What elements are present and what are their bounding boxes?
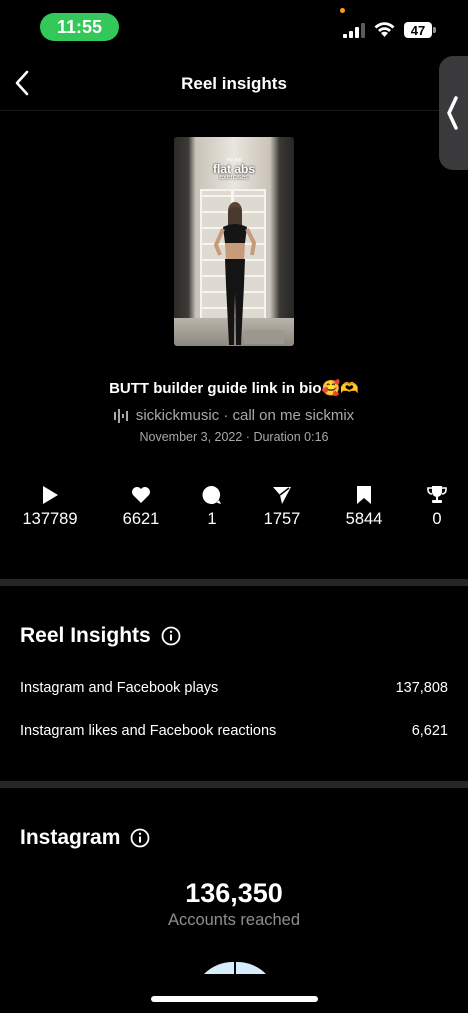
reach-gauge-chart (204, 961, 266, 974)
reel-insights-screen: 11:55 47 Reel insights my top flat abs e… (0, 0, 468, 1013)
reel-insights-heading: Reel Insights (20, 624, 181, 648)
cellular-signal-icon (343, 23, 365, 38)
battery-icon: 47 (404, 22, 432, 38)
stat-value: 0 (432, 510, 442, 528)
bookmark-icon (357, 486, 371, 504)
stat-plays: 137789 (10, 485, 90, 529)
battery-tip (433, 27, 436, 33)
stat-comments: 1 (172, 485, 252, 529)
reel-date-duration: November 3, 2022 · Duration 0:16 (139, 430, 329, 444)
thumbnail-figure (213, 202, 257, 345)
stat-shares: 1757 (242, 485, 322, 529)
metric-value: 6,621 (411, 723, 448, 739)
stat-saves: 5844 (324, 485, 404, 529)
side-panel-handle[interactable] (439, 56, 468, 170)
stat-value: 137789 (22, 510, 78, 528)
section-title-text: Instagram (20, 826, 121, 849)
privacy-indicator-icon (340, 8, 345, 13)
reel-caption: BUTT builder guide link in bio🥰🫶 (109, 380, 359, 397)
metric-row-likes: Instagram likes and Facebook reactions 6… (20, 723, 448, 739)
section-divider (0, 579, 468, 586)
stat-likes: 6621 (101, 485, 181, 529)
accounts-reached-value: 136,350 (185, 878, 283, 908)
status-bar: 11:55 47 (0, 0, 468, 52)
metric-value: 137,808 (395, 680, 448, 696)
metric-row-plays: Instagram and Facebook plays 137,808 (20, 680, 448, 696)
chevron-left-icon (447, 96, 458, 130)
thumbnail-overlay-subtitle: exercises (219, 174, 249, 181)
reel-thumbnail[interactable]: my top flat abs exercises (174, 137, 294, 346)
accounts-reached-label: Accounts reached (167, 911, 301, 929)
stat-value: 5844 (345, 510, 383, 528)
status-time[interactable]: 11:55 (40, 13, 119, 41)
comment-icon (202, 485, 221, 504)
page-title: Reel insights (181, 74, 287, 93)
audio-waveform-icon (113, 408, 128, 423)
stat-value: 1757 (263, 510, 301, 528)
stat-awards: 0 (397, 485, 468, 529)
audio-row[interactable]: sickickmusic · call on me sickmix (0, 407, 468, 424)
wifi-icon (374, 22, 395, 37)
metric-label: Instagram likes and Facebook reactions (20, 723, 277, 739)
info-icon[interactable] (130, 828, 150, 848)
play-icon (43, 486, 58, 504)
stat-value: 1 (207, 510, 217, 528)
section-title-text: Reel Insights (20, 624, 151, 647)
metric-label: Instagram and Facebook plays (20, 680, 219, 696)
audio-label: sickickmusic · call on me sickmix (135, 407, 355, 424)
instagram-heading: Instagram (20, 826, 150, 850)
stat-value: 6621 (122, 510, 160, 528)
heart-icon (132, 487, 150, 503)
home-indicator[interactable] (151, 996, 318, 1002)
share-icon (273, 487, 291, 504)
section-divider (0, 781, 468, 788)
info-icon[interactable] (161, 626, 181, 646)
header: Reel insights (0, 58, 468, 111)
trophy-icon (427, 486, 447, 503)
